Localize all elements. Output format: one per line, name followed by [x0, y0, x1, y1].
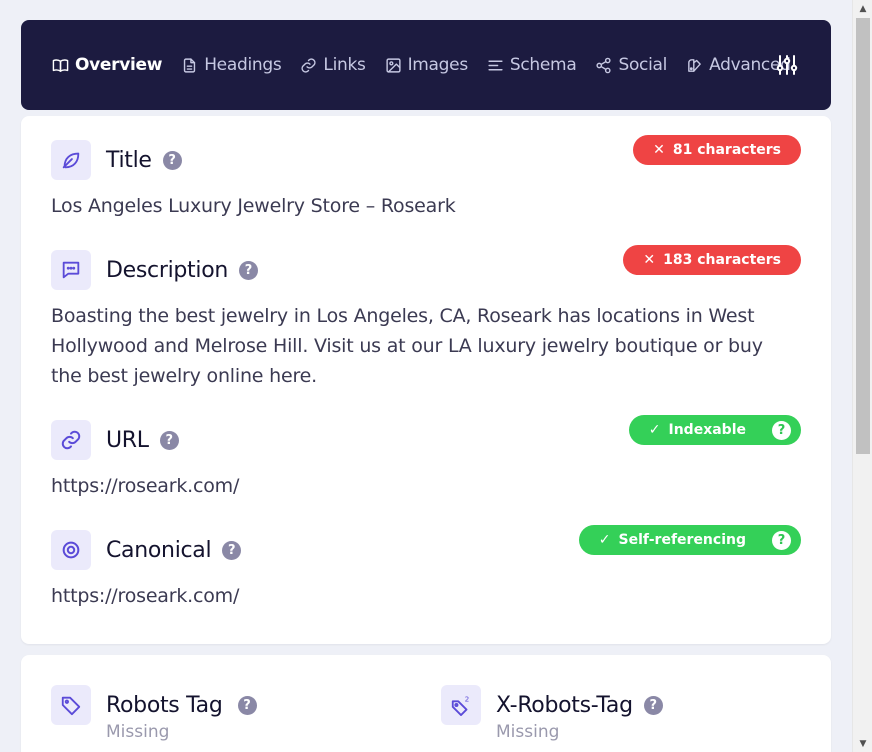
message-icon: [62, 261, 80, 279]
document-icon: [184, 57, 196, 73]
x-robots-tag-value: Missing: [496, 722, 560, 742]
advanced-icon: [688, 58, 701, 72]
tab-label: Headings: [204, 55, 282, 75]
robots-tag-value: Missing: [106, 722, 170, 742]
title-value: Los Angeles Luxury Jewelry Store – Rosea…: [51, 195, 456, 217]
tab-label: Social: [618, 55, 668, 75]
description-icon-box: [51, 250, 91, 290]
x-robots-tag-section: 2 X-Robots-Tag ? Missing: [441, 685, 663, 742]
tab-label: Links: [323, 55, 366, 75]
tab-navbar: Overview Headings Links Images Schema So…: [21, 20, 831, 110]
section-title: URL: [106, 427, 149, 453]
help-icon[interactable]: ?: [772, 420, 791, 440]
indexable-badge: ✓ Indexable ?: [628, 415, 801, 445]
section-title: Description: [106, 257, 228, 283]
tag-squared-icon: 2: [451, 694, 470, 716]
section-title: Title: [106, 147, 152, 173]
help-icon[interactable]: ?: [643, 695, 663, 715]
badge-label: Indexable: [668, 422, 747, 438]
description-length-badge: ✕ 183 characters: [623, 245, 801, 275]
tab-label: Overview: [75, 55, 163, 75]
tab-images[interactable]: Images: [385, 55, 468, 75]
sliders-icon[interactable]: [775, 53, 799, 77]
url-value: https://roseark.com/: [51, 475, 240, 497]
badge-label: 81 characters: [672, 142, 781, 158]
link-icon: [301, 57, 316, 73]
robots-tag-section: Robots Tag ? Missing: [51, 685, 257, 742]
canonical-icon-box: [51, 530, 91, 570]
help-icon[interactable]: ?: [239, 260, 258, 280]
help-icon[interactable]: ?: [162, 150, 182, 170]
tab-social[interactable]: Social: [595, 55, 667, 75]
tab-label: Schema: [509, 55, 577, 75]
scroll-down-arrow-icon[interactable]: ▼: [853, 735, 872, 752]
badge-label: 183 characters: [663, 252, 781, 268]
section-title: X-Robots-Tag: [496, 692, 633, 718]
check-icon: ✓: [648, 422, 661, 438]
canonical-value: https://roseark.com/: [51, 585, 240, 607]
section-title: Robots Tag: [106, 692, 223, 718]
robots-tag-icon-box: [51, 685, 91, 725]
help-icon[interactable]: ?: [159, 430, 179, 450]
description-value: Boasting the best jewelry in Los Angeles…: [51, 305, 763, 387]
tab-label: Images: [407, 55, 469, 75]
leaf-icon: [62, 152, 80, 169]
badge-label: Self-referencing: [618, 532, 746, 548]
list-icon: [488, 60, 503, 70]
self-referencing-badge: ✓ Self-referencing ?: [578, 525, 801, 555]
title-icon-box: [51, 140, 91, 180]
close-icon: ✕: [653, 142, 665, 158]
help-icon[interactable]: ?: [237, 695, 257, 715]
tab-headings[interactable]: Headings: [181, 55, 282, 75]
description-section: Description ? ✕ 183 characters Boasting …: [51, 245, 801, 391]
tag-icon: [61, 696, 81, 716]
tab-links[interactable]: Links: [300, 55, 366, 75]
tab-overview[interactable]: Overview: [52, 55, 163, 75]
title-length-badge: ✕ 81 characters: [633, 135, 801, 165]
image-icon: [385, 57, 401, 73]
svg-text:2: 2: [465, 694, 470, 703]
target-icon: [62, 541, 80, 559]
help-icon[interactable]: ?: [222, 540, 242, 560]
robots-card: Robots Tag ? Missing 2 X-Robots-Tag ? Mi…: [21, 655, 831, 752]
scroll-up-arrow-icon[interactable]: ▲: [853, 0, 872, 17]
close-icon: ✕: [643, 252, 656, 268]
book-icon: [52, 58, 69, 72]
url-section: URL ? ✓ Indexable ? https://roseark.com/: [51, 415, 801, 501]
help-icon[interactable]: ?: [772, 530, 791, 550]
tab-schema[interactable]: Schema: [487, 55, 577, 75]
link-icon: [61, 430, 81, 450]
vertical-scrollbar[interactable]: ▲ ▼: [852, 0, 872, 752]
x-robots-tag-icon-box: 2: [441, 685, 481, 725]
title-section: Title ? ✕ 81 characters Los Angeles Luxu…: [51, 135, 801, 221]
overview-card: Title ? ✕ 81 characters Los Angeles Luxu…: [21, 116, 831, 644]
check-icon: ✓: [598, 532, 611, 548]
section-title: Canonical: [106, 537, 212, 563]
canonical-section: Canonical ? ✓ Self-referencing ? https:/…: [51, 525, 801, 611]
share-icon: [596, 57, 612, 73]
scroll-thumb[interactable]: [856, 18, 870, 454]
url-icon-box: [51, 420, 91, 460]
